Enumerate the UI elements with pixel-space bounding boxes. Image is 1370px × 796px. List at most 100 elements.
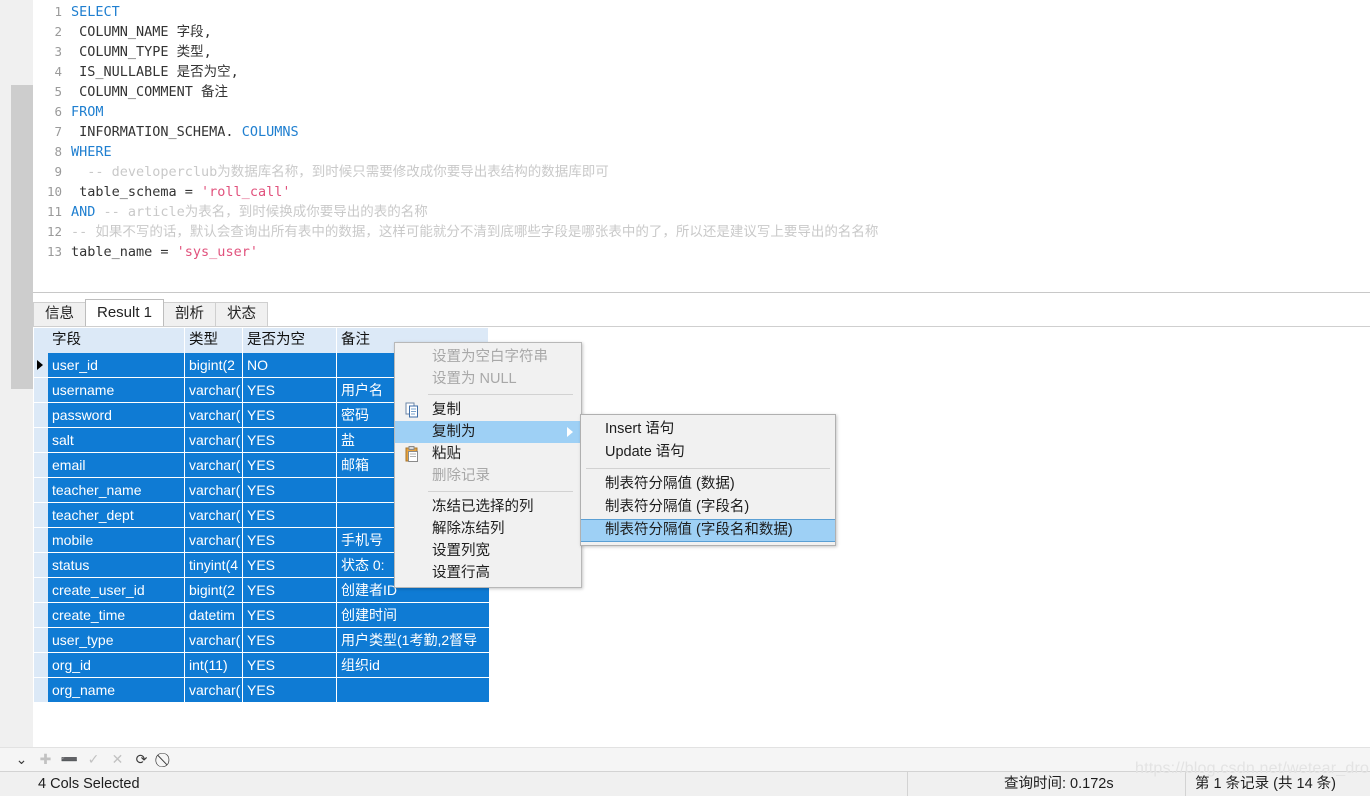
submenu-item[interactable]: Insert 语句 [581, 418, 835, 441]
row-header[interactable] [34, 378, 48, 403]
grid-cell-type[interactable]: varchar( [185, 503, 243, 528]
row-header[interactable] [34, 503, 48, 528]
row-header[interactable] [34, 628, 48, 653]
cancel-x-icon: ✕ [107, 749, 128, 770]
grid-cell-nullable[interactable]: YES [243, 628, 337, 653]
grid-cell-nullable[interactable]: YES [243, 528, 337, 553]
submenu-item[interactable]: 制表符分隔值 (字段名和数据) [581, 519, 835, 542]
copy-as-submenu[interactable]: Insert 语句Update 语句制表符分隔值 (数据)制表符分隔值 (字段名… [580, 414, 836, 546]
refresh-icon[interactable]: ⟳ [131, 749, 152, 770]
row-header[interactable] [34, 478, 48, 503]
grid-cell-type[interactable]: varchar( [185, 428, 243, 453]
code-line: 10 table_schema = 'roll_call' [33, 182, 1370, 202]
grid-context-menu[interactable]: 设置为空白字符串设置为 NULL复制复制为粘贴删除记录冻结已选择的列解除冻结列设… [394, 342, 582, 588]
submenu-item[interactable]: 制表符分隔值 (数据) [581, 473, 835, 496]
tab-item-0[interactable]: 信息 [33, 302, 86, 326]
grid-cell-type[interactable]: varchar( [185, 628, 243, 653]
grid-cell-field[interactable]: username [48, 378, 185, 403]
grid-cell-field[interactable]: user_type [48, 628, 185, 653]
copy-icon [404, 402, 421, 419]
row-header[interactable] [34, 553, 48, 578]
sql-editor-pane[interactable]: 1SELECT2 COLUMN_NAME 字段,3 COLUMN_TYPE 类型… [0, 0, 1370, 292]
submenu-item[interactable]: 制表符分隔值 (字段名) [581, 496, 835, 519]
row-header[interactable] [34, 603, 48, 628]
status-record-info: 第 1 条记录 (共 14 条) [1187, 772, 1370, 796]
grid-cell-nullable[interactable]: YES [243, 503, 337, 528]
expand-chevron-down-icon[interactable]: ⌄ [11, 749, 32, 770]
grid-cell-field[interactable]: user_id [48, 353, 185, 378]
result-vertical-scrollbar-thumb[interactable] [11, 292, 33, 389]
grid-cell-field[interactable]: password [48, 403, 185, 428]
grid-cell-field[interactable]: status [48, 553, 185, 578]
menu-item[interactable]: 设置行高 [395, 562, 581, 584]
grid-cell-nullable[interactable]: YES [243, 378, 337, 403]
column-header[interactable]: 是否为空 [243, 328, 337, 353]
grid-cell-comment[interactable] [337, 678, 489, 703]
grid-cell-nullable[interactable]: YES [243, 428, 337, 453]
grid-cell-nullable[interactable]: YES [243, 478, 337, 503]
row-header[interactable] [34, 353, 48, 378]
grid-cell-field[interactable]: mobile [48, 528, 185, 553]
grid-cell-nullable[interactable]: YES [243, 403, 337, 428]
grid-cell-field[interactable]: email [48, 453, 185, 478]
menu-item[interactable]: 冻结已选择的列 [395, 496, 581, 518]
grid-cell-nullable[interactable]: YES [243, 678, 337, 703]
grid-cell-type[interactable]: varchar( [185, 403, 243, 428]
grid-cell-nullable[interactable]: YES [243, 653, 337, 678]
grid-cell-type[interactable]: varchar( [185, 478, 243, 503]
row-header[interactable] [34, 653, 48, 678]
menu-item[interactable]: 设置列宽 [395, 540, 581, 562]
grid-cell-field[interactable]: create_user_id [48, 578, 185, 603]
table-row[interactable]: user_typevarchar(YES用户类型(1考勤,2督导 [34, 628, 489, 653]
menu-item[interactable]: 粘贴 [395, 443, 581, 465]
grid-cell-type[interactable]: int(11) [185, 653, 243, 678]
current-row-arrow-icon [37, 360, 43, 370]
tab-item-3[interactable]: 状态 [215, 302, 268, 326]
grid-cell-nullable[interactable]: YES [243, 578, 337, 603]
grid-cell-type[interactable]: varchar( [185, 678, 243, 703]
row-header[interactable] [34, 403, 48, 428]
code-token: COLUMN_TYPE 类型, [71, 44, 212, 60]
grid-cell-field[interactable]: salt [48, 428, 185, 453]
code-token: table_name = [71, 244, 177, 260]
table-row[interactable]: org_idint(11)YES组织id [34, 653, 489, 678]
grid-cell-type[interactable]: tinyint(4 [185, 553, 243, 578]
grid-cell-nullable[interactable]: NO [243, 353, 337, 378]
grid-cell-type[interactable]: varchar( [185, 378, 243, 403]
grid-cell-comment[interactable]: 创建时间 [337, 603, 489, 628]
row-header[interactable] [34, 453, 48, 478]
editor-vertical-scrollbar-thumb[interactable] [11, 85, 33, 292]
grid-cell-nullable[interactable]: YES [243, 553, 337, 578]
grid-cell-field[interactable]: create_time [48, 603, 185, 628]
grid-cell-field[interactable]: org_id [48, 653, 185, 678]
column-header[interactable]: 字段 [48, 328, 185, 353]
grid-cell-type[interactable]: varchar( [185, 528, 243, 553]
menu-item[interactable]: 复制 [395, 399, 581, 421]
row-header[interactable] [34, 678, 48, 703]
grid-cell-type[interactable]: datetim [185, 603, 243, 628]
sql-code-area[interactable]: 1SELECT2 COLUMN_NAME 字段,3 COLUMN_TYPE 类型… [33, 0, 1370, 292]
grid-cell-type[interactable]: bigint(2 [185, 578, 243, 603]
grid-cell-type[interactable]: bigint(2 [185, 353, 243, 378]
tab-result-1[interactable]: Result 1 [85, 299, 164, 326]
submenu-item[interactable]: Update 语句 [581, 441, 835, 464]
menu-item[interactable]: 解除冻结列 [395, 518, 581, 540]
grid-cell-field[interactable]: teacher_name [48, 478, 185, 503]
tab-item-2[interactable]: 剖析 [163, 302, 216, 326]
table-row[interactable]: create_timedatetimYES创建时间 [34, 603, 489, 628]
grid-cell-field[interactable]: org_name [48, 678, 185, 703]
row-header[interactable] [34, 428, 48, 453]
line-text: COLUMN_NAME 字段, [71, 22, 212, 42]
grid-cell-nullable[interactable]: YES [243, 603, 337, 628]
stop-icon[interactable]: ⃠ [155, 749, 176, 770]
table-row[interactable]: org_namevarchar(YES [34, 678, 489, 703]
row-header[interactable] [34, 578, 48, 603]
grid-cell-nullable[interactable]: YES [243, 453, 337, 478]
menu-item[interactable]: 复制为 [395, 421, 581, 443]
grid-cell-comment[interactable]: 用户类型(1考勤,2督导 [337, 628, 489, 653]
grid-cell-field[interactable]: teacher_dept [48, 503, 185, 528]
column-header[interactable]: 类型 [185, 328, 243, 353]
grid-cell-comment[interactable]: 组织id [337, 653, 489, 678]
grid-cell-type[interactable]: varchar( [185, 453, 243, 478]
row-header[interactable] [34, 528, 48, 553]
